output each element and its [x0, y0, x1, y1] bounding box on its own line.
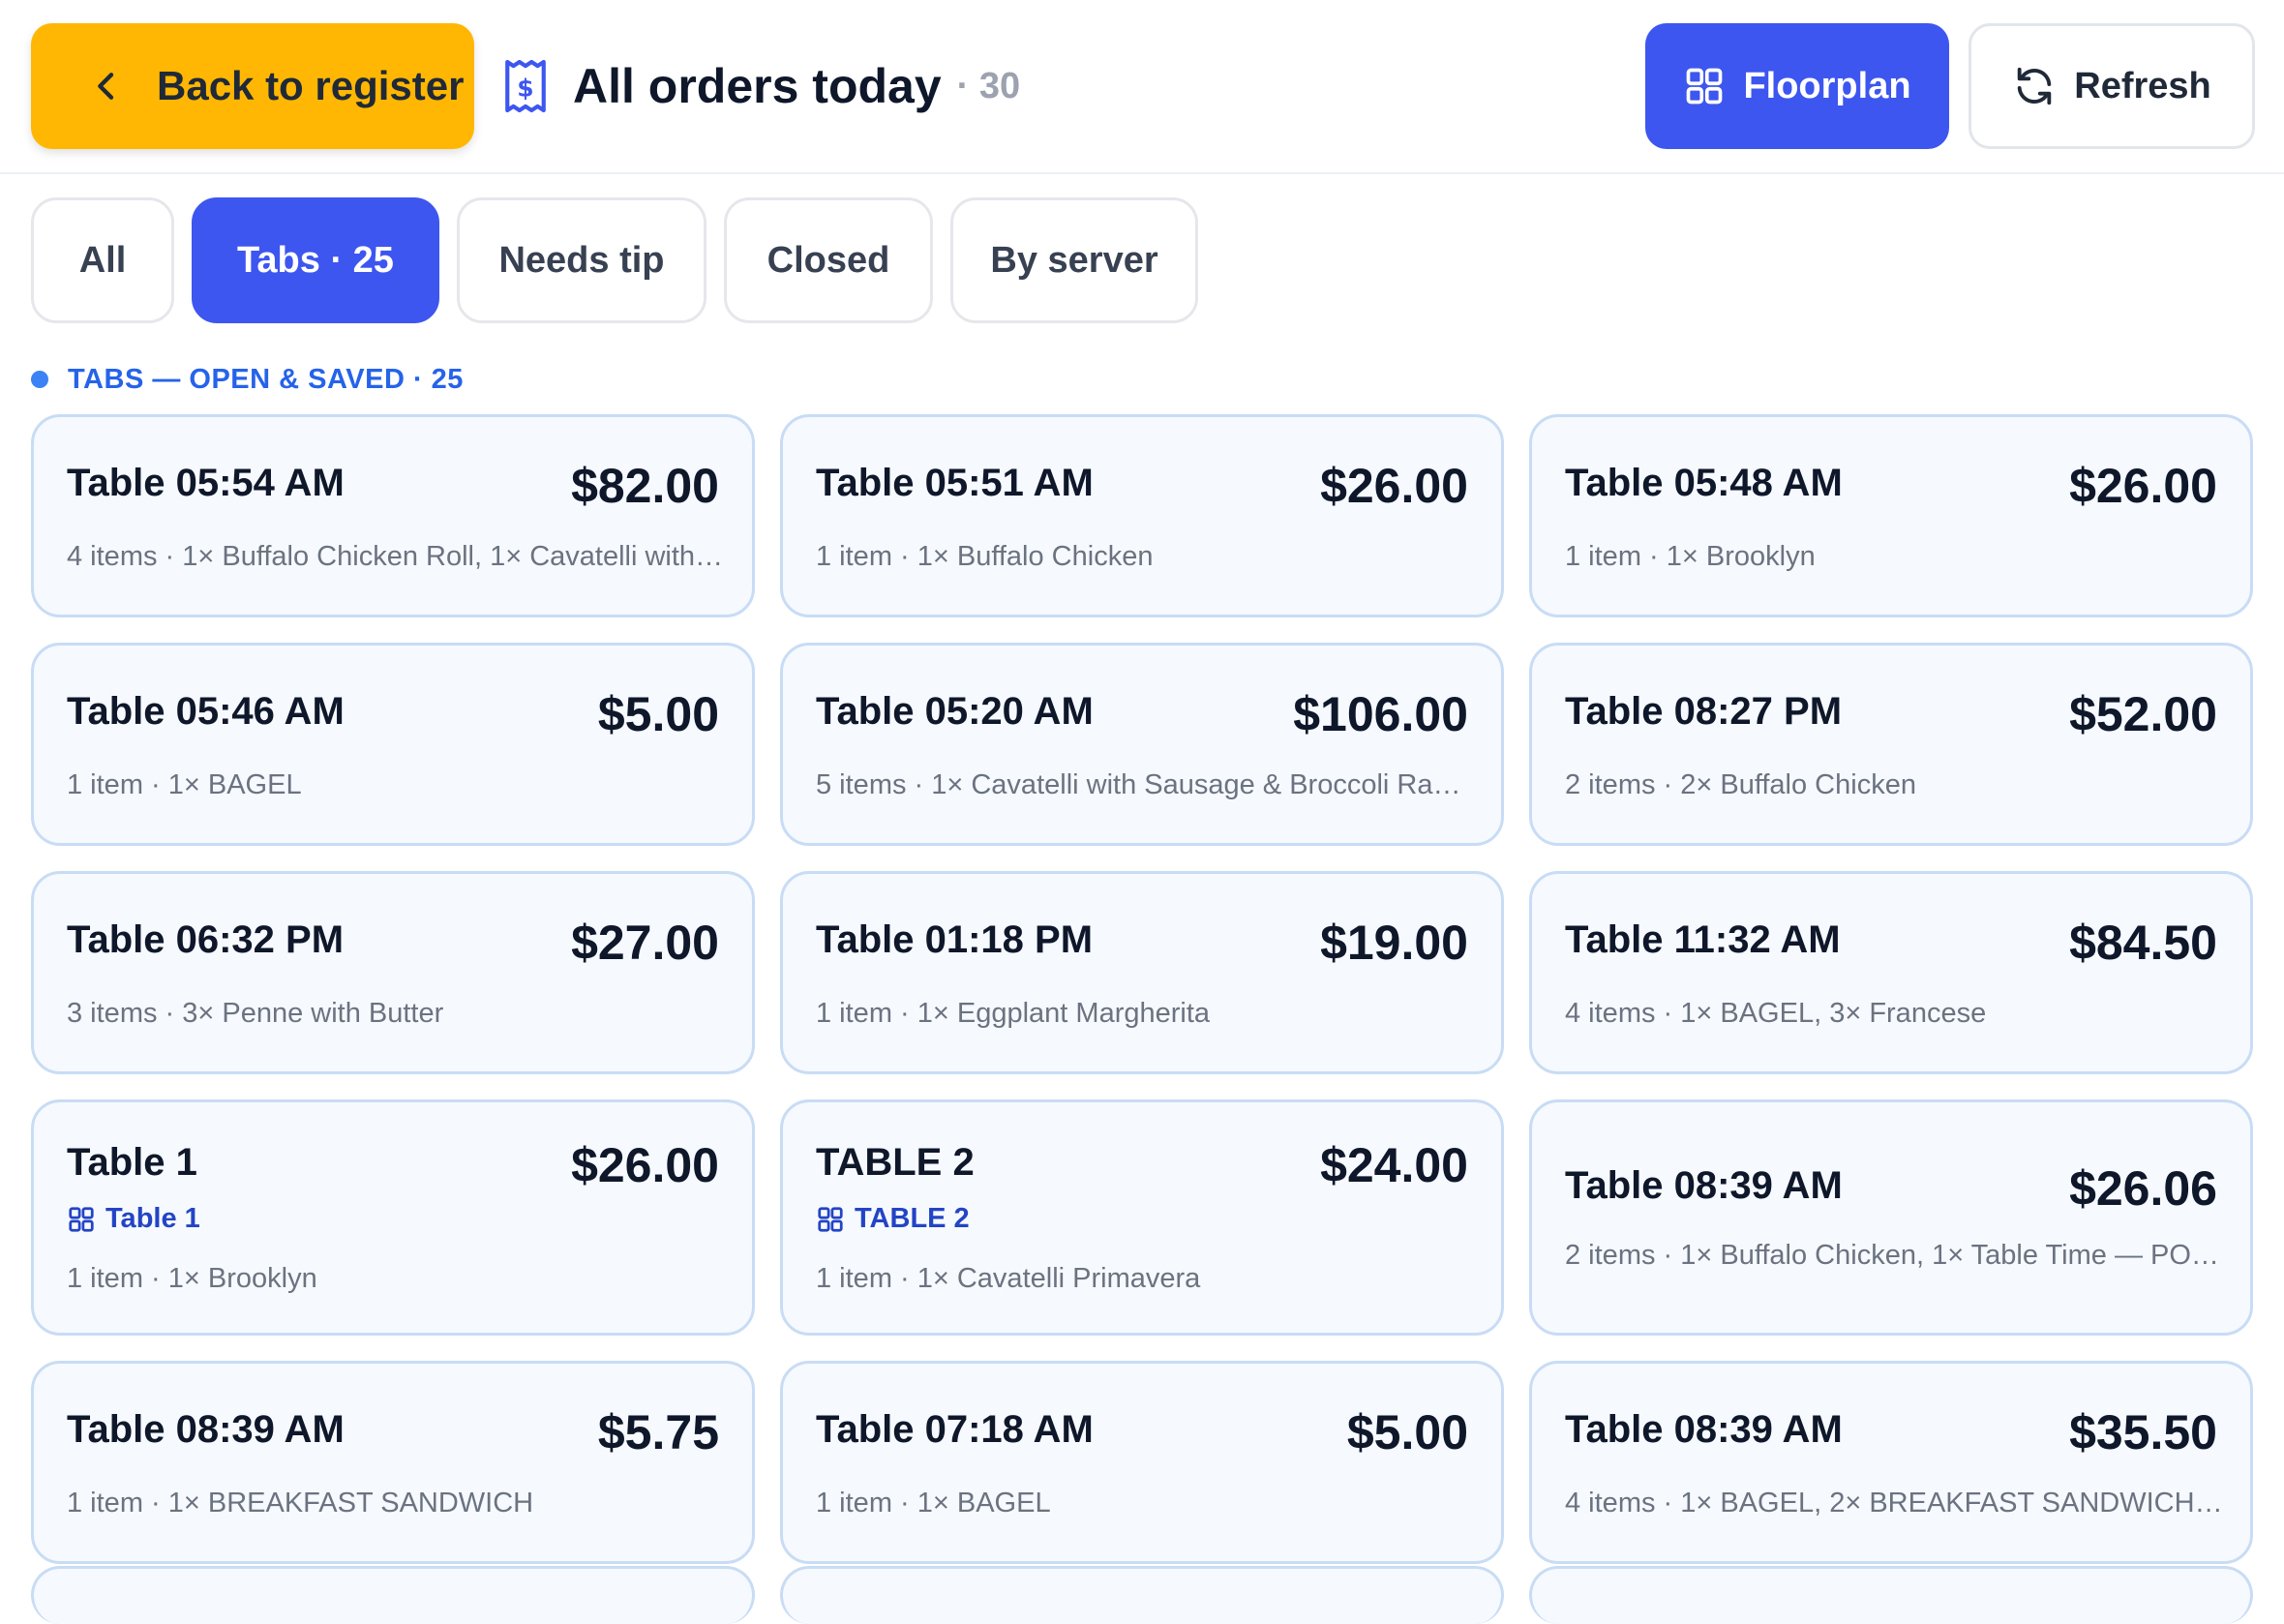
order-card-partial[interactable] [780, 1566, 1504, 1624]
order-items: 1 item · 1× Buffalo Chicken [816, 541, 1154, 572]
order-amount: $27.00 [571, 916, 719, 970]
order-amount: $24.00 [1320, 1138, 1468, 1192]
order-amount: $5.00 [597, 687, 719, 741]
order-amount: $82.00 [571, 459, 719, 513]
order-name: Table 08:27 PM [1565, 690, 1843, 733]
order-card[interactable]: Table 07:18 AM $5.00 1 item · 1× BAGEL [780, 1361, 1504, 1564]
filter-tabs: All Tabs · 25 Needs tip Closed By server [31, 197, 1216, 323]
order-name: Table 07:18 AM [816, 1408, 1094, 1451]
filter-needs-tip[interactable]: Needs tip [457, 197, 706, 323]
order-card[interactable]: Table 05:48 AM $26.00 1 item · 1× Brookl… [1529, 414, 2253, 617]
floorplan-label: Floorplan [1743, 65, 1911, 106]
refresh-label: Refresh [2074, 65, 2211, 106]
order-amount: $5.00 [1346, 1405, 1468, 1459]
order-name: Table 08:39 AM [1565, 1408, 1843, 1451]
section-header: TABS — OPEN & SAVED · 25 [31, 360, 464, 399]
order-amount: $106.00 [1293, 687, 1468, 741]
refresh-button[interactable]: Refresh [1968, 23, 2255, 149]
table-grid-icon [69, 1206, 94, 1232]
order-card[interactable]: Table 05:54 AM $82.00 4 items · 1× Buffa… [31, 414, 755, 617]
order-card[interactable]: Table 08:39 AM $5.75 1 item · 1× BREAKFA… [31, 1361, 755, 1564]
order-items: 1 item · 1× BREAKFAST SANDWICH [67, 1488, 534, 1519]
order-items: 2 items · 1× Buffalo Chicken, 1× Table T… [1565, 1240, 2223, 1271]
order-items: 4 items · 1× BAGEL, 2× BREAKFAST SANDWIC… [1565, 1488, 2223, 1519]
order-items: 1 item · 1× BAGEL [67, 769, 302, 800]
back-to-register-label: Back to register [157, 63, 465, 108]
order-name: Table 05:46 AM [67, 690, 345, 733]
order-name: Table 08:39 AM [1565, 1164, 1843, 1207]
order-name: Table 06:32 PM [67, 918, 345, 961]
order-name: Table 05:48 AM [1565, 462, 1843, 504]
receipt-icon: $ [505, 59, 546, 113]
order-name: Table 05:51 AM [816, 462, 1094, 504]
order-amount: $35.50 [2069, 1405, 2217, 1459]
order-amount: $19.00 [1320, 916, 1468, 970]
order-card[interactable]: Table 01:18 PM $19.00 1 item · 1× Eggpla… [780, 871, 1504, 1074]
order-amount: $52.00 [2069, 687, 2217, 741]
order-card-partial[interactable] [31, 1566, 755, 1624]
page-title-group: $ All orders today · 30 [501, 43, 1020, 130]
back-to-register-button[interactable]: Back to register [31, 23, 474, 149]
order-amount: $26.06 [2069, 1161, 2217, 1216]
order-name: Table 08:39 AM [67, 1408, 345, 1451]
order-items: 1 item · 1× Eggplant Margherita [816, 998, 1211, 1029]
order-items: 4 items · 1× Buffalo Chicken Roll, 1× Ca… [67, 541, 725, 572]
table-link-label: TABLE 2 [855, 1203, 970, 1234]
order-name: TABLE 2 [816, 1141, 975, 1184]
refresh-icon [2018, 67, 2052, 105]
table-grid-icon [818, 1206, 843, 1232]
order-name: Table 05:54 AM [67, 462, 345, 504]
order-card[interactable]: Table 11:32 AM $84.50 4 items · 1× BAGEL… [1529, 871, 2253, 1074]
order-name: Table 11:32 AM [1565, 918, 1841, 961]
order-items: 1 item · 1× Brooklyn [1565, 541, 1816, 572]
order-items: 4 items · 1× BAGEL, 3× Francese [1565, 998, 1987, 1029]
chevron-left-icon [98, 73, 114, 100]
order-items: 2 items · 2× Buffalo Chicken [1565, 769, 1916, 800]
order-amount: $5.75 [597, 1405, 719, 1459]
order-card[interactable]: Table 1 $26.00 Table 1 1 item · 1× Brook… [31, 1099, 755, 1336]
order-card[interactable]: Table 08:27 PM $52.00 2 items · 2× Buffa… [1529, 643, 2253, 846]
status-dot-icon [31, 371, 48, 388]
filter-by-server[interactable]: By server [950, 197, 1198, 323]
order-name: Table 05:20 AM [816, 690, 1094, 733]
order-card[interactable]: Table 08:39 AM $35.50 4 items · 1× BAGEL… [1529, 1361, 2253, 1564]
page-title: All orders today [573, 59, 942, 113]
order-amount: $84.50 [2069, 916, 2217, 970]
order-card[interactable]: TABLE 2 $24.00 TABLE 2 1 item · 1× Cavat… [780, 1099, 1504, 1336]
orders-count: · 30 [956, 65, 1021, 106]
order-amount: $26.00 [1320, 459, 1468, 513]
floorplan-button[interactable]: Floorplan [1645, 23, 1949, 149]
top-bar: Back to register $ All orders today · 30… [0, 0, 2284, 174]
order-card[interactable]: Table 05:46 AM $5.00 1 item · 1× BAGEL [31, 643, 755, 846]
table-link-label: Table 1 [105, 1203, 200, 1234]
order-amount: $26.00 [2069, 459, 2217, 513]
order-name: Table 01:18 PM [816, 918, 1094, 961]
svg-text:$: $ [517, 74, 533, 102]
order-card[interactable]: Table 08:39 AM $26.06 2 items · 1× Buffa… [1529, 1099, 2253, 1336]
order-items: 1 item · 1× Cavatelli Primavera [816, 1263, 1201, 1294]
order-items: 1 item · 1× BAGEL [816, 1488, 1051, 1519]
order-card[interactable]: Table 06:32 PM $27.00 3 items · 3× Penne… [31, 871, 755, 1074]
order-items: 3 items · 3× Penne with Butter [67, 998, 444, 1029]
order-items: 1 item · 1× Brooklyn [67, 1263, 317, 1294]
table-link[interactable]: TABLE 2 [816, 1203, 970, 1235]
grid-icon [1687, 68, 1723, 105]
table-link[interactable]: Table 1 [67, 1203, 200, 1235]
order-name: Table 1 [67, 1141, 197, 1184]
filter-closed[interactable]: Closed [724, 197, 933, 323]
order-amount: $26.00 [571, 1138, 719, 1192]
order-items: 5 items · 1× Cavatelli with Sausage & Br… [816, 769, 1474, 800]
section-label: TABS — OPEN & SAVED · 25 [68, 363, 464, 395]
order-card[interactable]: Table 05:51 AM $26.00 1 item · 1× Buffal… [780, 414, 1504, 617]
filter-all[interactable]: All [31, 197, 174, 323]
order-card-partial[interactable] [1529, 1566, 2253, 1624]
filter-tabs-active[interactable]: Tabs · 25 [192, 197, 439, 323]
order-card[interactable]: Table 05:20 AM $106.00 5 items · 1× Cava… [780, 643, 1504, 846]
